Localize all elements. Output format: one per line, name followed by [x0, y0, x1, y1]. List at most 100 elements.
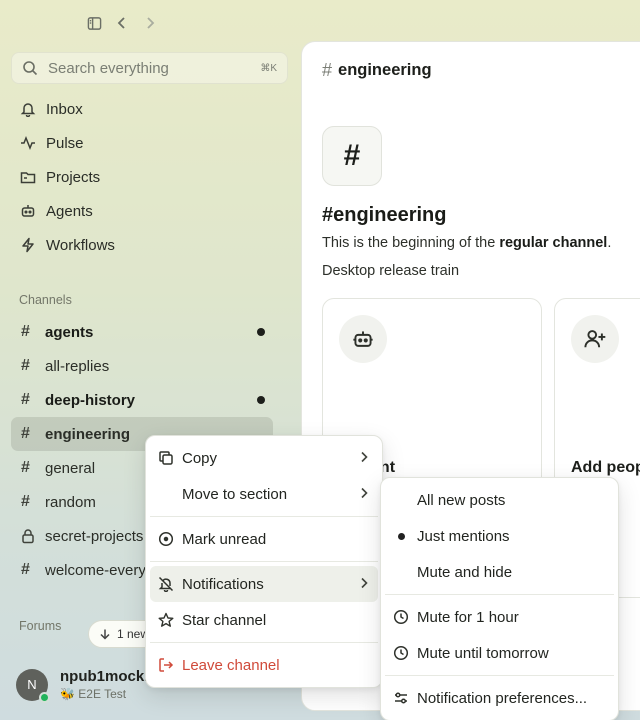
circle-dot-icon — [158, 531, 174, 547]
sidebar-toggle-icon[interactable] — [84, 12, 104, 34]
bell-off-icon — [158, 576, 174, 592]
intro-channel-type: regular channel — [499, 235, 608, 251]
search-icon — [22, 60, 38, 76]
unread-dot — [257, 396, 265, 404]
channel-item-all-replies[interactable]: # all-replies — [11, 349, 273, 383]
channel-context-menu: Copy Move to section Mark unread Notific… — [145, 435, 383, 688]
notif-option-mute-until-tomorrow[interactable]: Mute until tomorrow — [385, 635, 614, 671]
menu-divider — [385, 675, 614, 676]
log-out-icon — [158, 657, 174, 673]
channel-title: #engineering — [322, 204, 447, 226]
sliders-icon — [393, 690, 409, 706]
hash-icon: # — [21, 561, 30, 578]
channel-header: # engineering — [322, 60, 432, 81]
clock-icon — [393, 645, 409, 661]
notif-option-mute-and-hide[interactable]: Mute and hide — [385, 554, 614, 590]
nav-item-workflows[interactable]: Workflows — [11, 228, 273, 262]
channel-name: secret-projects — [45, 527, 144, 545]
notif-option-just-mentions[interactable]: Just mentions — [385, 518, 614, 554]
radio-selected-icon — [393, 532, 409, 540]
nav-item-projects[interactable]: Projects — [11, 160, 273, 194]
menu-item-move-to-section[interactable]: Move to section — [150, 476, 378, 512]
menu-item-label: Mark unread — [182, 530, 267, 548]
hash-icon: # — [21, 323, 30, 340]
search-input[interactable]: Search everything — [48, 60, 250, 77]
notifications-submenu: All new posts Just mentions Mute and hid… — [380, 477, 619, 720]
channel-hash-icon: # — [322, 126, 382, 186]
star-icon — [158, 612, 174, 628]
hash-icon: # — [21, 493, 30, 510]
menu-item-label: Star channel — [182, 611, 267, 629]
online-status-badge — [39, 691, 50, 703]
copy-icon — [158, 450, 174, 466]
menu-item-label: Leave channel — [182, 656, 280, 674]
user-plus-icon — [571, 315, 619, 363]
folder-icon — [20, 169, 36, 185]
chevron-right-icon[interactable] — [140, 12, 160, 34]
channel-name: all-replies — [45, 357, 110, 375]
menu-item-notifications[interactable]: Notifications — [150, 566, 378, 602]
bot-icon — [339, 315, 387, 363]
hash-icon: # — [322, 60, 333, 80]
hash-icon: # — [21, 391, 30, 408]
chevron-right-icon — [360, 451, 368, 463]
channel-name: deep-history — [45, 391, 136, 409]
channel-name: engineering — [45, 425, 131, 443]
menu-divider — [150, 642, 378, 643]
nav-item-agents[interactable]: Agents — [11, 194, 273, 228]
nav-item-label: Agents — [46, 202, 93, 220]
menu-divider — [150, 561, 378, 562]
clock-icon — [393, 609, 409, 625]
search-shortcut: ⌘K — [260, 62, 277, 74]
menu-item-leave-channel[interactable]: Leave channel — [150, 647, 378, 683]
nav-item-pulse[interactable]: Pulse — [11, 126, 273, 160]
nav-item-label: Workflows — [46, 236, 115, 254]
window-toolbar — [84, 12, 160, 34]
menu-divider — [385, 594, 614, 595]
lock-icon — [21, 528, 35, 544]
nav-item-label: Projects — [46, 168, 101, 186]
menu-item-mark-unread[interactable]: Mark unread — [150, 521, 378, 557]
forums-section-label[interactable]: Forums — [19, 619, 61, 633]
channel-name: general — [45, 459, 96, 477]
menu-item-label: Notifications — [182, 575, 264, 593]
primary-nav: Inbox Pulse Projects Agents Workflows — [11, 92, 273, 262]
intro-prefix: This is the beginning of the — [322, 235, 500, 251]
intro-suffix: . — [607, 235, 612, 251]
chevron-left-icon[interactable] — [112, 12, 132, 34]
bot-icon — [20, 203, 36, 219]
channel-header-title: engineering — [338, 61, 432, 79]
card-title: Add peop — [571, 459, 640, 476]
menu-divider — [150, 516, 378, 517]
nav-item-label: Pulse — [46, 134, 84, 152]
channel-name: random — [45, 493, 96, 511]
notif-option-all-new-posts[interactable]: All new posts — [385, 482, 614, 518]
notif-option-mute-1-hour[interactable]: Mute for 1 hour — [385, 599, 614, 635]
activity-icon — [20, 135, 36, 151]
channel-intro: This is the beginning of the regular cha… — [322, 235, 611, 251]
nav-item-inbox[interactable]: Inbox — [11, 92, 273, 126]
search-bar[interactable]: Search everything ⌘K — [11, 52, 288, 84]
user-status: 🐝 E2E Test — [60, 687, 127, 701]
user-name: npub1mock... — [60, 668, 157, 685]
channel-item-deep-history[interactable]: # deep-history — [11, 383, 273, 417]
menu-item-copy[interactable]: Copy — [150, 440, 378, 476]
arrow-down-icon — [99, 628, 111, 640]
avatar-initial: N — [27, 677, 37, 692]
menu-item-label: Mute until tomorrow — [417, 644, 549, 662]
channel-name: agents — [45, 323, 94, 341]
hash-icon: # — [21, 425, 30, 442]
menu-item-label: All new posts — [417, 491, 506, 509]
menu-item-label: Move to section — [182, 485, 288, 503]
hash-icon: # — [21, 459, 30, 476]
notif-option-preferences[interactable]: Notification preferences... — [385, 680, 614, 716]
current-user[interactable]: N npub1mock... 🐝 E2E Test — [16, 668, 157, 703]
avatar[interactable]: N — [16, 668, 50, 703]
channel-item-agents[interactable]: # agents — [11, 315, 273, 349]
zap-icon — [20, 237, 36, 253]
channel-description: Desktop release train — [322, 263, 460, 279]
channels-section-label[interactable]: Channels — [19, 293, 72, 307]
unread-dot — [257, 328, 265, 336]
menu-item-star-channel[interactable]: Star channel — [150, 602, 378, 638]
menu-item-label: Copy — [182, 449, 218, 467]
